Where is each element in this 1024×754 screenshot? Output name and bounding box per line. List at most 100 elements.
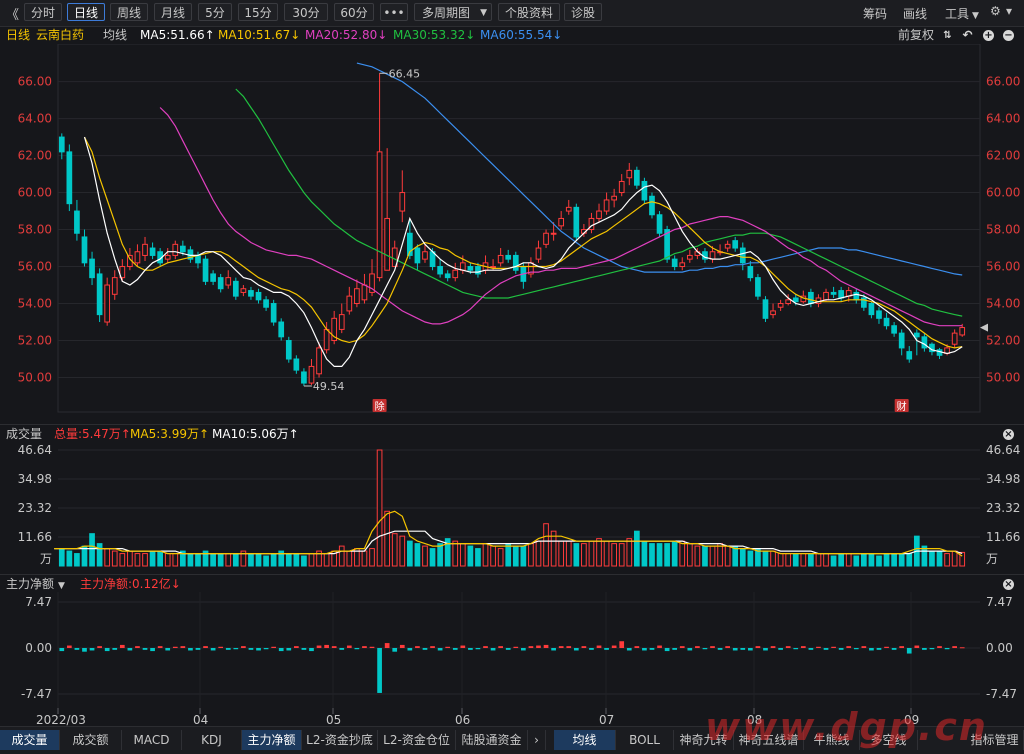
flow-bar [959, 647, 965, 649]
tab-kdj[interactable]: KDJ [182, 730, 242, 750]
period-tab-15min[interactable]: 15分 [238, 3, 278, 21]
swap-icon[interactable]: ⇅ [942, 30, 953, 41]
volume-chart[interactable]: 46.64 46.64 34.98 34.98 23.32 23.32 11.66 11.66… [0, 442, 1024, 570]
volume-bar [724, 545, 731, 567]
diagnosis-button[interactable]: 诊股 [564, 3, 602, 21]
tab-northbound[interactable]: 陆股通资金 [456, 730, 528, 750]
close-panel-icon[interactable]: × [1003, 579, 1014, 590]
candle-body [210, 273, 216, 282]
volume-bar [429, 548, 436, 567]
volume-unit-label: 万 [986, 552, 998, 566]
flow-bar [695, 646, 700, 648]
tab-ma[interactable]: 均线 [554, 730, 616, 750]
candle-body [89, 258, 95, 279]
volume-bar [157, 550, 163, 567]
candle-body [951, 332, 958, 345]
stock-info-button[interactable]: 个股资料 [498, 3, 560, 21]
period-tab-weekly[interactable]: 周线 [110, 3, 148, 21]
volume-bar [66, 550, 73, 567]
volume-tick-label: 23.32 [18, 501, 52, 515]
more-periods-button[interactable]: ••• [380, 3, 408, 21]
candle-body [96, 273, 103, 316]
volume-bar [475, 548, 481, 567]
candle-body [111, 277, 118, 295]
flow-tick-label: 7.47 [986, 595, 1013, 609]
tab-volume[interactable]: 成交量 [0, 730, 60, 750]
tab-boll[interactable]: BOLL [616, 730, 674, 750]
zoom-in-icon[interactable]: + [983, 30, 994, 41]
volume-title[interactable]: 成交量 [6, 425, 42, 443]
volume-bar [543, 523, 549, 567]
top-toolbar: 《 分时 日线 周线 月线 5分 15分 30分 60分 ••• 多周期图 ▼ 个… [0, 0, 1024, 27]
flow-bar [225, 648, 231, 650]
volume-bar [346, 550, 353, 567]
flow-bar [271, 646, 276, 648]
volume-bar [490, 545, 496, 567]
flow-bar [899, 646, 905, 648]
flow-bar [793, 648, 799, 650]
flow-bar [573, 648, 579, 651]
flow-bar [770, 646, 776, 648]
candle-body [913, 332, 920, 338]
flow-bar [937, 646, 942, 648]
price-tick-label: 54.00 [18, 297, 52, 311]
tab-main-flow[interactable]: 主力净额 [242, 730, 302, 750]
more-arrow-icon[interactable]: ▾ [1006, 4, 1012, 18]
tab-l2-bottom-fishing[interactable]: L2-资金抄底 [302, 730, 378, 750]
zoom-out-icon[interactable]: − [1003, 30, 1014, 41]
period-tab-intraday[interactable]: 分时 [24, 3, 62, 21]
date-tick-label: 05 [326, 713, 341, 726]
tab-macd[interactable]: MACD [122, 730, 182, 750]
draw-line-button[interactable]: 画线 [903, 5, 927, 22]
flow-bar [634, 646, 640, 648]
volume-bar [656, 543, 663, 567]
multi-period-dropdown[interactable]: 多周期图 ▼ [414, 3, 492, 21]
tab-l2-position[interactable]: L2-资金仓位 [378, 730, 456, 750]
flow-bar [74, 648, 80, 650]
volume-bar [512, 545, 519, 567]
period-tab-daily[interactable]: 日线 [67, 3, 105, 21]
volume-bar [709, 545, 716, 567]
candle-body [293, 358, 300, 371]
indicator-info-bar: 日线 云南白药 均线 MA5:51.66↑ MA10:51.67↓ MA20:5… [0, 26, 1024, 44]
multi-period-label: 多周期图 [421, 6, 470, 20]
chip-button[interactable]: 筹码 [863, 5, 887, 22]
tools-button[interactable]: 工具 ▼ [945, 5, 979, 22]
volume-tick-label: 46.64 [18, 443, 52, 457]
close-panel-icon[interactable]: × [1003, 429, 1014, 440]
flow-tick-label: -7.47 [986, 687, 1017, 701]
candle-body [444, 273, 451, 279]
ma60-value: MA60:55.54↓ [480, 28, 563, 42]
adjust-mode-button[interactable]: 前复权 [898, 26, 934, 44]
flow-bar [853, 648, 859, 650]
settings-gear-icon[interactable]: ⚙ [990, 4, 1001, 18]
period-tab-5min[interactable]: 5分 [198, 3, 232, 21]
flow-bar [649, 648, 655, 650]
period-tab-30min[interactable]: 30分 [284, 3, 328, 21]
period-tab-monthly[interactable]: 月线 [154, 3, 192, 21]
kline-chart[interactable]: 66.00 64.00 62.00 60.00 58.00 56.00 54.00 52.00… [0, 44, 1024, 416]
price-tick-label: 66.00 [986, 75, 1020, 89]
avg-line-label[interactable]: 均线 [103, 26, 127, 44]
price-annotations: 66.45 49.54 除 财 [303, 67, 988, 413]
volume-ma5: MA5:3.99万↑ [130, 427, 210, 441]
candle-body [649, 195, 655, 216]
tabs-scroll-right-icon[interactable]: › [528, 730, 546, 750]
tab-turnover[interactable]: 成交额 [60, 730, 122, 750]
price-axis-right: 66.00 64.00 62.00 60.00 58.00 56.00 54.00 52.00… [986, 75, 1020, 385]
flow-bar [407, 648, 413, 651]
collapse-button[interactable]: 《 [6, 4, 19, 23]
undo-icon[interactable]: ↶ [962, 29, 973, 41]
flow-bar [135, 646, 140, 648]
candle-body [346, 295, 353, 312]
candle-body [762, 299, 769, 319]
flow-bar [558, 646, 564, 648]
flow-bar [763, 648, 768, 651]
period-tab-60min[interactable]: 60分 [334, 3, 374, 21]
flow-bar [785, 646, 791, 648]
candle-body [618, 180, 625, 194]
volume-bar [459, 543, 466, 567]
flow-bar [362, 646, 367, 648]
price-grid [57, 44, 981, 413]
volume-tick-label: 11.66 [986, 530, 1020, 544]
